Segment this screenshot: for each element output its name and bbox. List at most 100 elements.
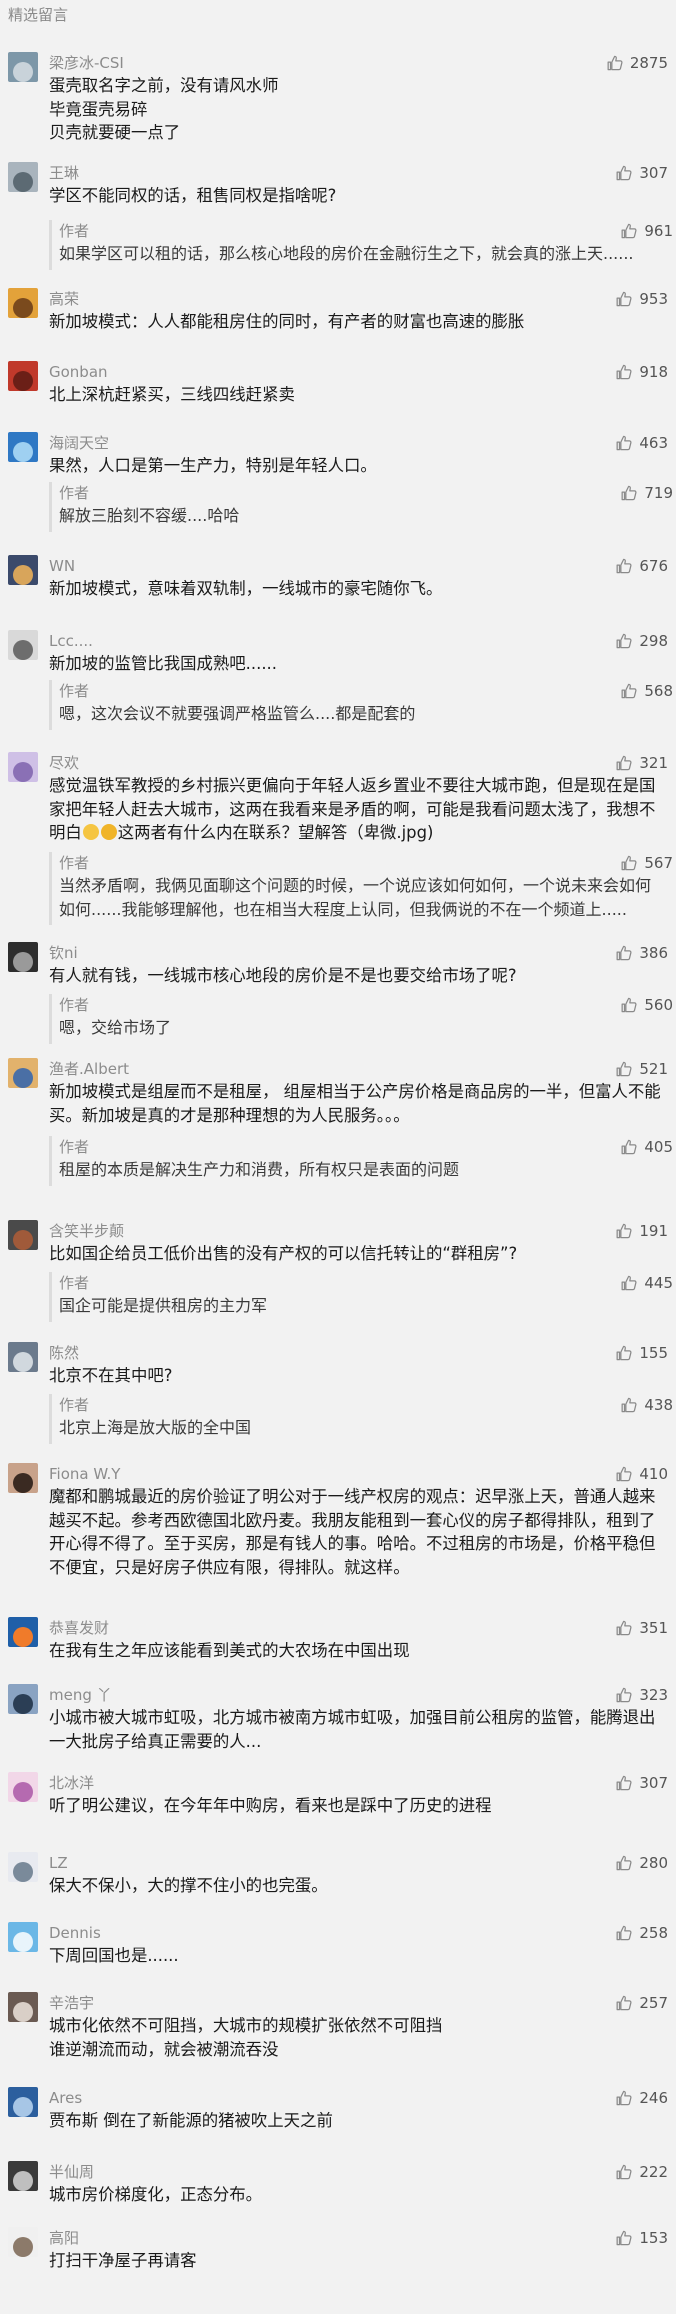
comment-like-button[interactable]: 351	[615, 1617, 668, 1639]
commenter-name[interactable]: 尽欢	[49, 752, 79, 774]
commenter-name[interactable]: 北冰洋	[49, 1772, 94, 1794]
reply-like-button[interactable]: 719	[620, 482, 673, 504]
thumbs-up-icon[interactable]	[615, 164, 633, 182]
avatar[interactable]	[8, 1342, 38, 1372]
thumbs-up-icon[interactable]	[620, 1274, 638, 1292]
comment-like-button[interactable]: 521	[615, 1058, 668, 1080]
thumbs-up-icon[interactable]	[615, 754, 633, 772]
reply-like-button[interactable]: 445	[620, 1272, 673, 1294]
thumbs-up-icon[interactable]	[615, 1774, 633, 1792]
thumbs-up-icon[interactable]	[615, 1222, 633, 1240]
thumbs-up-icon[interactable]	[615, 1060, 633, 1078]
commenter-name[interactable]: 高阳	[49, 2227, 79, 2249]
comment-like-button[interactable]: 298	[615, 630, 668, 652]
comment-like-button[interactable]: 280	[615, 1852, 668, 1874]
avatar[interactable]	[8, 1058, 38, 1088]
thumbs-up-icon[interactable]	[615, 2089, 633, 2107]
comment-like-button[interactable]: 321	[615, 752, 668, 774]
thumbs-up-icon[interactable]	[620, 484, 638, 502]
reply-like-button[interactable]: 568	[620, 680, 673, 702]
thumbs-up-icon[interactable]	[620, 682, 638, 700]
commenter-name[interactable]: 半仙周	[49, 2161, 94, 2183]
avatar[interactable]	[8, 1922, 38, 1952]
commenter-name[interactable]: 含笑半步颠	[49, 1220, 124, 1242]
comment-like-button[interactable]: 257	[615, 1992, 668, 2014]
avatar[interactable]	[8, 2161, 38, 2191]
thumbs-up-icon[interactable]	[620, 854, 638, 872]
thumbs-up-icon[interactable]	[615, 2163, 633, 2181]
thumbs-up-icon[interactable]	[615, 290, 633, 308]
thumbs-up-icon[interactable]	[615, 363, 633, 381]
thumbs-up-icon[interactable]	[615, 557, 633, 575]
avatar[interactable]	[8, 630, 38, 660]
thumbs-up-icon[interactable]	[615, 1924, 633, 1942]
commenter-name[interactable]: WN	[49, 555, 75, 577]
comment-like-button[interactable]: 676	[615, 555, 668, 577]
commenter-name[interactable]: Ares	[49, 2087, 82, 2109]
thumbs-up-icon[interactable]	[620, 996, 638, 1014]
thumbs-up-icon[interactable]	[615, 1344, 633, 1362]
commenter-name[interactable]: Gonban	[49, 361, 108, 383]
commenter-name[interactable]: 渔者.Albert	[49, 1058, 129, 1080]
comment-like-button[interactable]: 386	[615, 942, 668, 964]
avatar[interactable]	[8, 361, 38, 391]
commenter-name[interactable]: LZ	[49, 1852, 68, 1874]
comment-like-button[interactable]: 2875	[606, 52, 668, 74]
comment-like-button[interactable]: 953	[615, 288, 668, 310]
comment-like-button[interactable]: 246	[615, 2087, 668, 2109]
commenter-name[interactable]: Fiona W.Y	[49, 1463, 120, 1485]
avatar[interactable]	[8, 1463, 38, 1493]
comment-like-button[interactable]: 323	[615, 1684, 668, 1706]
avatar[interactable]	[8, 288, 38, 318]
commenter-name[interactable]: 高荣	[49, 288, 79, 310]
avatar[interactable]	[8, 162, 38, 192]
comment-like-button[interactable]: 463	[615, 432, 668, 454]
thumbs-up-icon[interactable]	[615, 1619, 633, 1637]
reply-like-button[interactable]: 438	[620, 1394, 673, 1416]
commenter-name[interactable]: 陈然	[49, 1342, 79, 1364]
reply-like-button[interactable]: 560	[620, 994, 673, 1016]
avatar[interactable]	[8, 2087, 38, 2117]
commenter-name[interactable]: 王琳	[49, 162, 79, 184]
thumbs-up-icon[interactable]	[615, 632, 633, 650]
avatar[interactable]	[8, 752, 38, 782]
thumbs-up-icon[interactable]	[615, 1465, 633, 1483]
avatar[interactable]	[8, 942, 38, 972]
reply-like-button[interactable]: 405	[620, 1136, 673, 1158]
thumbs-up-icon[interactable]	[615, 944, 633, 962]
comment-like-button[interactable]: 155	[615, 1342, 668, 1364]
comment-like-button[interactable]: 258	[615, 1922, 668, 1944]
thumbs-up-icon[interactable]	[615, 1686, 633, 1704]
avatar[interactable]	[8, 432, 38, 462]
avatar[interactable]	[8, 1220, 38, 1250]
comment-like-button[interactable]: 307	[615, 1772, 668, 1794]
commenter-name[interactable]: Dennis	[49, 1922, 101, 1944]
thumbs-up-icon[interactable]	[620, 222, 638, 240]
comment-like-button[interactable]: 153	[615, 2227, 668, 2249]
comment-like-button[interactable]: 222	[615, 2161, 668, 2183]
avatar[interactable]	[8, 1852, 38, 1882]
commenter-name[interactable]: 辛浩宇	[49, 1992, 94, 2014]
avatar[interactable]	[8, 1772, 38, 1802]
commenter-name[interactable]: 恭喜发财	[49, 1617, 109, 1639]
thumbs-up-icon[interactable]	[615, 1994, 633, 2012]
thumbs-up-icon[interactable]	[615, 1854, 633, 1872]
comment-like-button[interactable]: 918	[615, 361, 668, 383]
reply-like-button[interactable]: 961	[620, 220, 673, 242]
comment-like-button[interactable]: 410	[615, 1463, 668, 1485]
thumbs-up-icon[interactable]	[620, 1138, 638, 1156]
avatar[interactable]	[8, 52, 38, 82]
thumbs-up-icon[interactable]	[606, 54, 624, 72]
avatar[interactable]	[8, 2227, 38, 2257]
reply-like-button[interactable]: 567	[620, 852, 673, 874]
avatar[interactable]	[8, 1992, 38, 2022]
avatar[interactable]	[8, 1617, 38, 1647]
commenter-name[interactable]: 梁彦冰-CSI	[49, 52, 124, 74]
commenter-name[interactable]: meng 丫	[49, 1684, 112, 1706]
commenter-name[interactable]: Lcc....	[49, 630, 93, 652]
avatar[interactable]	[8, 1684, 38, 1714]
comment-like-button[interactable]: 307	[615, 162, 668, 184]
avatar[interactable]	[8, 555, 38, 585]
commenter-name[interactable]: 钦ni	[49, 942, 78, 964]
comment-like-button[interactable]: 191	[615, 1220, 668, 1242]
